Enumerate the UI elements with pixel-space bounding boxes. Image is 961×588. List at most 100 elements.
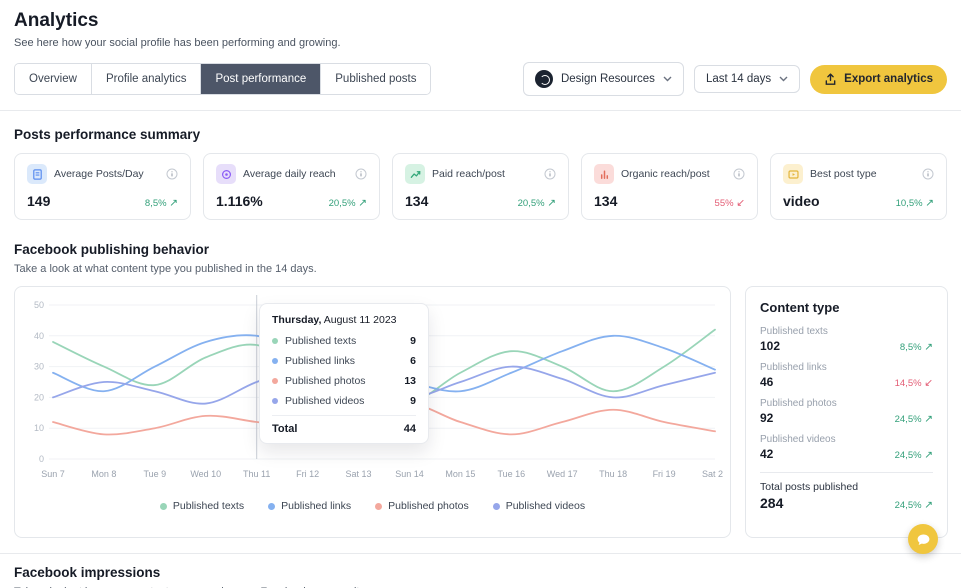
series-dot — [493, 503, 500, 510]
trend-arrow-icon: ↗ — [924, 449, 933, 461]
trend-badge: 24,5% ↗ — [895, 413, 933, 425]
info-icon[interactable] — [733, 168, 745, 180]
svg-text:Tue 9: Tue 9 — [144, 469, 167, 479]
summary-cards: Average Posts/Day 149 8,5% ↗ Average dai… — [14, 153, 947, 220]
content-type-row: Published videos 42 24,5% ↗ — [760, 434, 933, 461]
chat-widget-button[interactable] — [908, 524, 938, 554]
svg-text:Sat 13: Sat 13 — [346, 469, 372, 479]
card-value: 134 — [594, 193, 617, 209]
series-dot — [160, 503, 167, 510]
card-best-post-type: Best post type video 10,5% ↗ — [770, 153, 947, 220]
profile-selector[interactable]: Design Resources — [523, 62, 684, 96]
page-header: Analytics See here how your social profi… — [0, 0, 961, 49]
tooltip-title: Thursday, August 11 2023 — [272, 314, 416, 326]
export-icon — [824, 73, 837, 86]
svg-text:Wed 10: Wed 10 — [190, 469, 221, 479]
svg-text:Mon 15: Mon 15 — [445, 469, 475, 479]
profile-avatar — [535, 70, 553, 88]
chat-bubble-icon — [916, 532, 931, 547]
series-dot — [375, 503, 382, 510]
info-icon[interactable] — [355, 168, 367, 180]
chevron-down-icon — [779, 76, 788, 82]
content-type-total: Total posts published 284 24,5% ↗ — [760, 472, 933, 511]
content-type-heading: Content type — [760, 300, 933, 315]
tooltip-total: Total 44 — [272, 415, 416, 435]
svg-text:20: 20 — [34, 392, 44, 402]
analytics-tabs: Overview Profile analytics Post performa… — [14, 63, 431, 95]
card-paid-reach-post: Paid reach/post 134 20,5% ↗ — [392, 153, 569, 220]
trend-badge: 55% ↙ — [715, 197, 745, 209]
card-value: 149 — [27, 193, 50, 209]
impressions-heading: Facebook impressions — [14, 565, 947, 580]
paid-reach-icon — [405, 164, 425, 184]
legend-item: Published links — [268, 500, 351, 512]
info-icon[interactable] — [922, 168, 934, 180]
analytics-page: Analytics See here how your social profi… — [0, 0, 961, 588]
series-dot — [272, 378, 278, 384]
card-label: Organic reach/post — [621, 168, 726, 180]
page-title: Analytics — [14, 10, 947, 32]
svg-text:Thu 18: Thu 18 — [599, 469, 627, 479]
summary-heading: Posts performance summary — [14, 127, 947, 142]
svg-text:Sun 7: Sun 7 — [41, 469, 65, 479]
chevron-down-icon — [663, 76, 672, 82]
toolbar-right: Design Resources Last 14 days Export ana… — [523, 62, 947, 96]
trend-badge: 8,5% ↗ — [145, 197, 178, 209]
publishing-subtitle: Take a look at what content type you pub… — [14, 263, 947, 275]
card-label: Paid reach/post — [432, 168, 537, 180]
trend-arrow-icon: ↗ — [169, 197, 178, 209]
legend-item: Published videos — [493, 500, 585, 512]
organic-reach-icon — [594, 164, 614, 184]
svg-text:Fri 19: Fri 19 — [653, 469, 676, 479]
chart-legend: Published texts Published links Publishe… — [23, 500, 722, 512]
page-subtitle: See here how your social profile has bee… — [14, 37, 947, 49]
svg-text:Wed 17: Wed 17 — [547, 469, 578, 479]
svg-text:Sun 14: Sun 14 — [395, 469, 424, 479]
trend-arrow-icon: ↗ — [925, 197, 934, 209]
svg-text:Sat 20: Sat 20 — [702, 469, 723, 479]
tab-profile-analytics[interactable]: Profile analytics — [91, 64, 201, 94]
info-icon[interactable] — [544, 168, 556, 180]
trend-badge: 10,5% ↗ — [896, 197, 934, 209]
publishing-chart-card: 01020304050Sun 7Mon 8Tue 9Wed 10Thu 11Fr… — [14, 286, 731, 538]
svg-text:30: 30 — [34, 362, 44, 372]
svg-text:Fri 12: Fri 12 — [296, 469, 319, 479]
svg-text:50: 50 — [34, 300, 44, 310]
trend-arrow-icon: ↗ — [924, 341, 933, 353]
trend-arrow-icon: ↗ — [924, 413, 933, 425]
card-value: 134 — [405, 193, 428, 209]
info-icon[interactable] — [166, 168, 178, 180]
card-label: Average Posts/Day — [54, 168, 159, 180]
date-range-selector[interactable]: Last 14 days — [694, 65, 800, 93]
trend-badge: 24,5% ↗ — [895, 449, 933, 461]
trend-arrow-icon: ↗ — [547, 197, 556, 209]
card-average-daily-reach: Average daily reach 1.116% 20,5% ↗ — [203, 153, 380, 220]
export-analytics-label: Export analytics — [844, 73, 933, 85]
card-value: 1.116% — [216, 193, 263, 209]
tab-overview[interactable]: Overview — [15, 64, 91, 94]
trend-badge: 8,5% ↗ — [900, 341, 933, 353]
card-organic-reach-post: Organic reach/post 134 55% ↙ — [581, 153, 758, 220]
tab-published-posts[interactable]: Published posts — [320, 64, 430, 94]
card-average-posts-day: Average Posts/Day 149 8,5% ↗ — [14, 153, 191, 220]
publishing-heading: Facebook publishing behavior — [14, 242, 947, 257]
svg-text:Tue 16: Tue 16 — [497, 469, 525, 479]
reach-icon — [216, 164, 236, 184]
tab-post-performance[interactable]: Post performance — [200, 64, 320, 94]
date-range-label: Last 14 days — [706, 73, 771, 85]
trend-arrow-icon: ↙ — [924, 377, 933, 389]
content-type-row: Published texts 102 8,5% ↗ — [760, 326, 933, 353]
impressions-divider — [0, 553, 961, 554]
svg-text:0: 0 — [39, 454, 44, 464]
trend-arrow-icon: ↙ — [736, 197, 745, 209]
trend-arrow-icon: ↗ — [358, 197, 367, 209]
tooltip-row: Published photos 13 — [272, 371, 416, 391]
export-analytics-button[interactable]: Export analytics — [810, 65, 947, 94]
legend-item: Published texts — [160, 500, 244, 512]
legend-item: Published photos — [375, 500, 469, 512]
svg-text:10: 10 — [34, 423, 44, 433]
tooltip-row: Published videos 9 — [272, 391, 416, 411]
svg-text:40: 40 — [34, 331, 44, 341]
svg-text:Thu 11: Thu 11 — [243, 469, 270, 479]
toolbar-row: Overview Profile analytics Post performa… — [0, 49, 961, 110]
